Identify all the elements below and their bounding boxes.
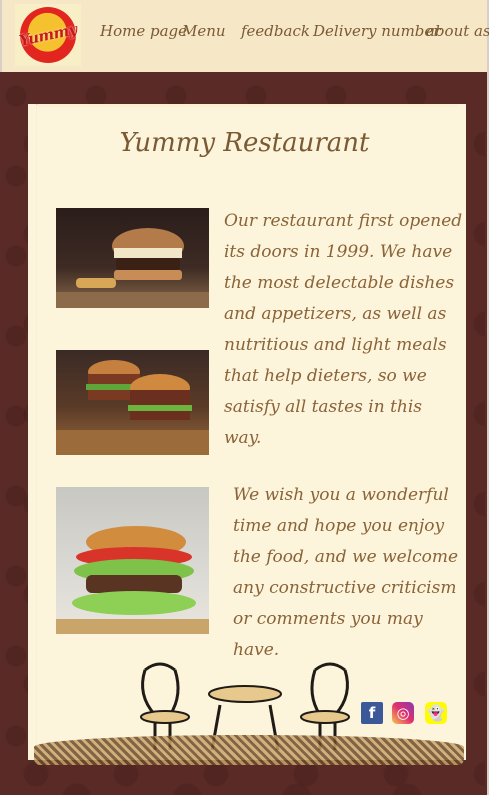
facebook-icon[interactable]: f bbox=[361, 702, 383, 724]
logo[interactable]: Yummy bbox=[14, 1, 82, 69]
burger-image-3 bbox=[56, 526, 209, 634]
navbar: Yummy Home page Menu feedback Delivery n… bbox=[2, 0, 489, 72]
snapchat-icon[interactable]: 👻 bbox=[425, 702, 447, 724]
snapchat-glyph: 👻 bbox=[426, 704, 446, 722]
facebook-glyph: f bbox=[368, 704, 376, 722]
page-title: Yummy Restaurant bbox=[119, 128, 370, 158]
nav-menu[interactable]: Menu bbox=[182, 22, 226, 40]
welcome-paragraph: We wish you a wonderful time and hope yo… bbox=[233, 485, 459, 660]
nav-about[interactable]: about as bbox=[426, 22, 489, 40]
burger-photo-1 bbox=[56, 208, 209, 308]
instagram-glyph: ◎ bbox=[396, 704, 410, 722]
burger-photo-3 bbox=[56, 487, 209, 634]
intro-paragraph: Our restaurant first opened its doors in… bbox=[224, 211, 463, 448]
instagram-icon[interactable]: ◎ bbox=[392, 702, 414, 724]
nav-home[interactable]: Home page bbox=[100, 22, 187, 40]
burger-image-2 bbox=[56, 360, 209, 455]
floor-decoration bbox=[34, 735, 464, 765]
burger-image-1 bbox=[56, 228, 209, 308]
logo-text: Yummy bbox=[17, 20, 79, 50]
nav-delivery-number[interactable]: Delivery number bbox=[313, 22, 440, 40]
burger-photo-2 bbox=[56, 350, 209, 455]
card-edge-left bbox=[28, 104, 36, 760]
nav-feedback[interactable]: feedback bbox=[241, 22, 310, 40]
logo-badge: Yummy bbox=[14, 1, 82, 69]
